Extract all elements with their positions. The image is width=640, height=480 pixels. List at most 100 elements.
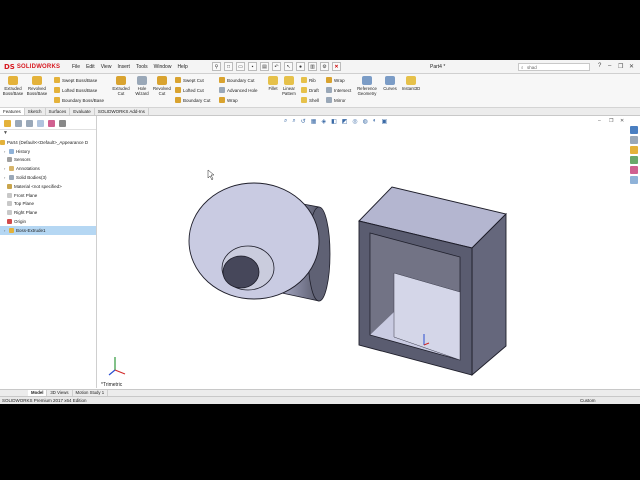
select-icon[interactable]: ↖ — [284, 62, 293, 71]
options-icon[interactable]: ⚙ — [320, 62, 329, 71]
rebuild-icon[interactable]: ● — [296, 62, 305, 71]
file-explorer-icon[interactable] — [630, 146, 638, 154]
minimize-icon[interactable]: – — [608, 63, 611, 69]
tree-item-top-plane[interactable]: Top Plane — [0, 200, 96, 209]
expand-icon[interactable]: › — [4, 149, 7, 154]
draft-button[interactable]: Draft — [301, 87, 319, 93]
close-icon[interactable]: ✕ — [629, 63, 634, 70]
menu-file[interactable]: File — [72, 64, 80, 70]
open-icon[interactable]: ▭ — [236, 62, 245, 71]
tree-item-history[interactable]: › History — [0, 147, 96, 156]
solidworks-resources-icon[interactable] — [630, 126, 638, 134]
lofted-cut-icon — [175, 87, 181, 93]
quick-access-toolbar: ⚲ □ ▭ ▪ ▤ ↶ ↖ ● ▥ ⚙ ✕ — [212, 62, 341, 71]
help-icon[interactable]: ? — [598, 63, 601, 69]
tree-item-origin[interactable]: Origin — [0, 217, 96, 226]
edition-text: SOLIDWORKS Premium 2017 x64 Edition — [2, 398, 87, 403]
tree-item-material[interactable]: Material <not specified> — [0, 182, 96, 191]
rib-button[interactable]: Rib — [301, 77, 316, 83]
more-panels-icon[interactable] — [59, 120, 66, 127]
cylinder-body[interactable] — [188, 182, 331, 302]
boundary-cut-button[interactable]: Boundary Cut — [175, 97, 211, 103]
hole-wizard-icon — [137, 76, 147, 85]
dimxpert-icon[interactable] — [37, 120, 44, 127]
new-document-icon[interactable]: □ — [224, 62, 233, 71]
print-icon[interactable]: ▤ — [260, 62, 269, 71]
tab-addins[interactable]: SOLIDWORKS Add-Ins — [95, 108, 149, 115]
graphics-area[interactable] — [98, 116, 626, 388]
tree-item-annotations[interactable]: › Annotations — [0, 164, 96, 173]
menu-tools[interactable]: Tools — [136, 64, 148, 70]
menu-insert[interactable]: Insert — [117, 64, 130, 70]
wrap-button[interactable]: Wrap — [219, 97, 238, 103]
feature-manager-icon[interactable] — [4, 120, 11, 127]
intersect-button[interactable]: Intersect — [326, 87, 351, 93]
tab-sketch[interactable]: Sketch — [25, 108, 46, 115]
solidworks-logo[interactable]: DS SOLIDWORKS — [4, 62, 60, 72]
tab-evaluate[interactable]: Evaluate — [70, 108, 95, 115]
curves-button[interactable]: Curves — [379, 76, 401, 91]
panel-tab-icons — [0, 116, 96, 130]
tree-item-label: Origin — [14, 219, 27, 225]
tree-item-solid-bodies[interactable]: › Solid Bodies(3) — [0, 173, 96, 182]
units-selector[interactable]: Custom — [580, 398, 596, 403]
menu-view[interactable]: View — [101, 64, 112, 70]
expand-icon[interactable]: › — [4, 228, 7, 233]
expand-icon[interactable]: › — [4, 166, 7, 171]
instant3d-label: Instant3D — [401, 86, 421, 91]
save-icon[interactable]: ▪ — [248, 62, 257, 71]
restore-icon[interactable]: ❐ — [618, 63, 623, 70]
tree-item-sensors[interactable]: Sensors — [0, 156, 96, 165]
reference-geometry-label: Reference Geometry — [357, 86, 377, 96]
tree-item-boss-extrude1[interactable]: › Boss-Extrude1 — [0, 225, 96, 235]
lofted-boss-button[interactable]: Lofted Boss/Base — [54, 87, 97, 93]
linear-pattern-button[interactable]: Linear Pattern — [278, 76, 300, 96]
annotations-icon — [9, 166, 14, 172]
pin-icon[interactable]: ⚲ — [212, 62, 221, 71]
tree-item-right-plane[interactable]: Right Plane — [0, 208, 96, 217]
undo-icon[interactable]: ↶ — [272, 62, 281, 71]
custom-properties-icon[interactable] — [630, 176, 638, 184]
display-manager-icon[interactable] — [48, 120, 55, 127]
appearances-icon[interactable] — [630, 166, 638, 174]
extruded-cut-button[interactable]: Extruded Cut — [110, 76, 132, 96]
menu-help[interactable]: Help — [177, 64, 187, 70]
advanced-hole-label: Advanced Hole — [227, 87, 258, 93]
tab-surfaces[interactable]: Surfaces — [46, 108, 71, 115]
menu-edit[interactable]: Edit — [86, 64, 95, 70]
wrap-2-button[interactable]: Wrap — [326, 77, 345, 83]
lofted-cut-button[interactable]: Lofted Cut — [175, 87, 204, 93]
reference-geometry-button[interactable]: Reference Geometry — [356, 76, 378, 96]
close-x-icon[interactable]: ✕ — [332, 62, 341, 71]
tab-features[interactable]: Features — [0, 108, 25, 115]
boundary-boss-button[interactable]: Boundary Boss/Base — [54, 97, 104, 103]
rectangular-tube-body[interactable] — [358, 186, 507, 376]
view-palette-icon[interactable] — [630, 156, 638, 164]
tree-item-label: Right Plane — [14, 210, 38, 216]
boundary-cut-2-button[interactable]: Boundary Cut — [219, 77, 255, 83]
property-manager-icon[interactable] — [15, 120, 22, 127]
revolved-boss-button[interactable]: Revolved Boss/Base — [26, 76, 48, 96]
instant3d-button[interactable]: Instant3D — [400, 76, 422, 91]
shell-button[interactable]: Shell — [301, 97, 319, 103]
advanced-hole-button[interactable]: Advanced Hole — [219, 87, 258, 93]
configuration-manager-icon[interactable] — [26, 120, 33, 127]
search-input[interactable]: ⌕ shad — [518, 63, 590, 71]
mirror-button[interactable]: Mirror — [326, 97, 346, 103]
tree-item-front-plane[interactable]: Front Plane — [0, 191, 96, 200]
swept-boss-button[interactable]: Swept Boss/Base — [54, 77, 97, 83]
hole-wizard-button[interactable]: Hole Wizard — [131, 76, 153, 96]
revolved-boss-icon — [32, 76, 42, 85]
design-library-icon[interactable] — [630, 136, 638, 144]
boundary-boss-label: Boundary Boss/Base — [62, 97, 105, 103]
expand-icon[interactable]: › — [4, 175, 7, 180]
status-bar: SOLIDWORKS Premium 2017 x64 Edition Cust… — [0, 396, 640, 404]
file-properties-icon[interactable]: ▥ — [308, 62, 317, 71]
tree-item-label: Sensors — [14, 157, 31, 163]
swept-cut-button[interactable]: Swept Cut — [175, 77, 204, 83]
extruded-boss-button[interactable]: Extruded Boss/Base — [2, 76, 24, 96]
tree-root[interactable]: Part4 (Default<<Default>_Appearance D — [0, 138, 96, 147]
filter-icon[interactable]: ▼ — [0, 130, 96, 138]
menu-window[interactable]: Window — [154, 64, 172, 70]
revolved-cut-button[interactable]: Revolved Cut — [151, 76, 173, 96]
